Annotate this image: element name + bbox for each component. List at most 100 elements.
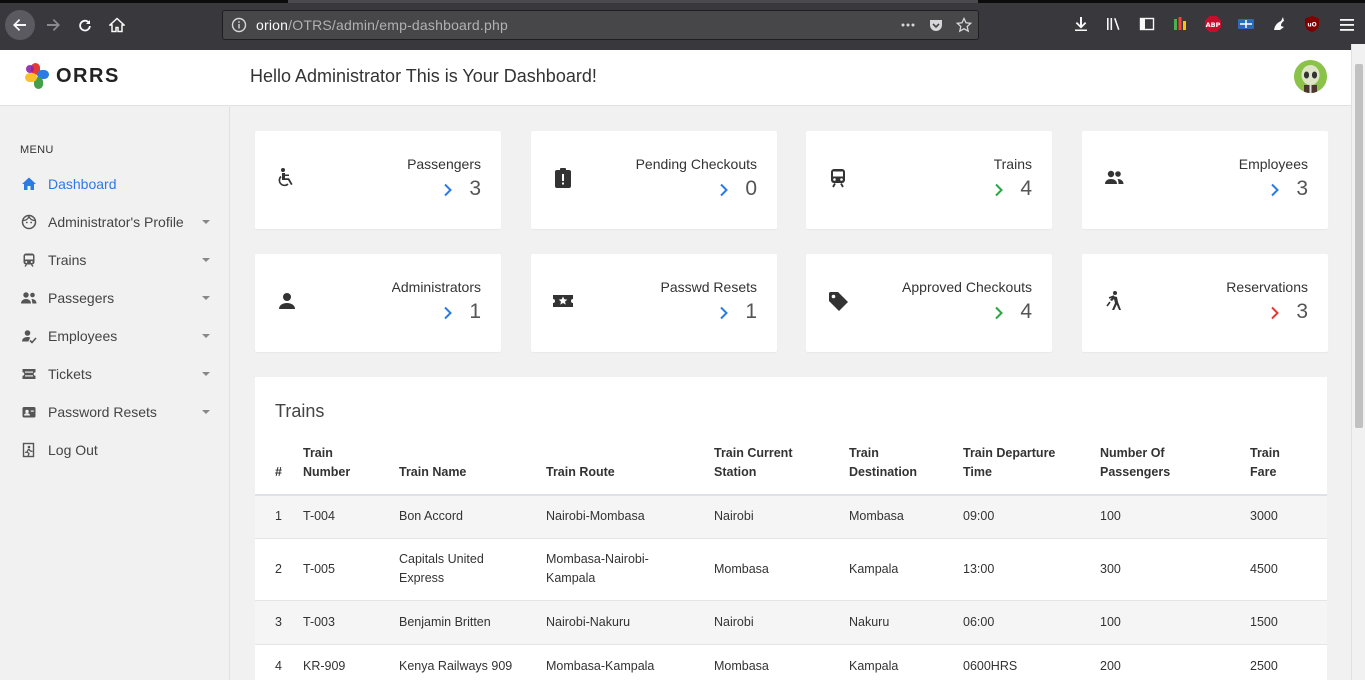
url-text[interactable]: orion/OTRS/admin/emp-dashboard.php	[256, 17, 508, 33]
column-header-text: Train Number	[303, 446, 351, 479]
sidebar-item-password-resets[interactable]: Password Resets	[20, 400, 215, 424]
extension-beast-icon[interactable]	[1268, 13, 1290, 35]
card-value: 1	[469, 300, 481, 323]
clipboard-alert-icon	[555, 168, 571, 188]
tag-icon	[829, 292, 848, 311]
app-header: ORRS Hello Administrator This is Your Da…	[0, 50, 1351, 106]
table-cell: 1	[255, 495, 303, 539]
page-scrollbar[interactable]	[1351, 44, 1365, 680]
table-cell: 4	[255, 644, 303, 680]
table-cell: Benjamin Britten	[399, 600, 546, 645]
chevron-right-icon[interactable]	[718, 183, 730, 197]
sidebar-item-employees[interactable]: Employees	[20, 324, 215, 348]
sidebar-item-log-out[interactable]: Log Out	[20, 438, 215, 462]
card-title: Passengers	[407, 156, 481, 172]
table-cell-text: Mombasa-Nairobi-Kampala	[546, 552, 649, 585]
table-row[interactable]: 4 KR-909 Kenya Railways 909 Mombasa-Kamp…	[255, 644, 1327, 680]
library-icon[interactable]	[1103, 13, 1125, 35]
sidebar-item-passengers[interactable]: Passegers	[20, 286, 215, 310]
bookmark-star-icon[interactable]	[956, 17, 972, 33]
chevron-right-icon[interactable]	[1269, 183, 1281, 197]
table-cell: Nairobi	[714, 600, 849, 645]
adblock-plus-icon[interactable]: ABP	[1202, 13, 1224, 35]
chevron-right-icon[interactable]	[442, 306, 454, 320]
sidebar-item-administrators-profile[interactable]: Administrator's Profile	[20, 210, 215, 234]
card-title: Trains	[993, 156, 1032, 172]
ticket-icon	[20, 365, 38, 383]
downloads-icon[interactable]	[1070, 13, 1092, 35]
card-passengers[interactable]: Passengers 3	[255, 131, 501, 229]
table-cell: Nairobi-Nakuru	[546, 600, 714, 645]
scrollbar-thumb[interactable]	[1355, 64, 1363, 428]
home-button[interactable]	[102, 10, 132, 40]
equalizer-icon[interactable]	[1169, 13, 1191, 35]
orrs-logo[interactable]: ORRS	[23, 62, 120, 90]
address-bar[interactable]: orion/OTRS/admin/emp-dashboard.php	[222, 10, 979, 40]
menu-label: MENU	[20, 144, 54, 156]
card-value: 4	[1020, 177, 1032, 200]
column-header: Train Destination	[849, 443, 963, 496]
container-icon[interactable]	[1235, 13, 1257, 35]
column-header-text: Train Fare	[1250, 446, 1280, 479]
table-cell: Mombasa	[849, 495, 963, 539]
table-row[interactable]: 3 T-003 Benjamin Britten Nairobi-Nakuru …	[255, 600, 1327, 645]
table-cell: KR-909	[303, 644, 399, 680]
card-title: Employees	[1238, 156, 1308, 172]
card-reservations[interactable]: Reservations 3	[1082, 254, 1328, 352]
table-row[interactable]: 1 T-004 Bon Accord Nairobi-Mombasa Nairo…	[255, 495, 1327, 539]
walking-icon	[1106, 291, 1121, 310]
chevron-right-icon[interactable]	[993, 306, 1005, 320]
table-cell: 13:00	[963, 538, 1100, 601]
logo-text: ORRS	[56, 64, 120, 87]
ublock-origin-icon[interactable]: uO	[1301, 13, 1323, 35]
table-cell: Mombasa-Kampala	[546, 644, 714, 680]
person-icon	[279, 293, 295, 309]
info-icon[interactable]	[231, 17, 247, 33]
sidebar-item-dashboard[interactable]: Dashboard	[20, 172, 215, 196]
table-row[interactable]: 2 T-005 Capitals United Express Mombasa-…	[255, 538, 1327, 601]
sidebar-item-label: Employees	[48, 328, 118, 344]
forward-button[interactable]	[38, 10, 68, 40]
back-button[interactable]	[5, 10, 35, 40]
star-ticket-icon	[553, 295, 573, 307]
reload-button[interactable]	[70, 10, 100, 40]
card-trains[interactable]: Trains 4	[806, 131, 1052, 229]
chevron-right-icon[interactable]	[993, 183, 1005, 197]
table-cell: 0600HRS	[963, 644, 1100, 680]
trains-table: # Train Number Train Name Train Route Tr…	[255, 443, 1327, 680]
table-cell: 200	[1100, 644, 1250, 680]
chevron-right-icon[interactable]	[1269, 306, 1281, 320]
table-cell: Nairobi-Mombasa	[546, 495, 714, 539]
sidebar-item-label: Administrator's Profile	[48, 214, 184, 230]
pocket-icon[interactable]	[928, 17, 944, 33]
card-employees[interactable]: Employees 3	[1082, 131, 1328, 229]
chevron-right-icon[interactable]	[718, 306, 730, 320]
toolbar-icons: ABP uO	[1070, 13, 1323, 35]
table-header-row: # Train Number Train Name Train Route Tr…	[255, 443, 1327, 496]
chevron-right-icon[interactable]	[442, 183, 454, 197]
home-icon	[20, 175, 38, 193]
table-cell: T-003	[303, 600, 399, 645]
sidebar-item-label: Password Resets	[48, 404, 157, 420]
column-header-text: Train Departure Time	[963, 446, 1056, 479]
card-administrators[interactable]: Administrators 1	[255, 254, 501, 352]
table-cell: 2500	[1250, 644, 1327, 680]
card-title: Approved Checkouts	[902, 279, 1032, 295]
card-passwd-resets[interactable]: Passwd Resets 1	[531, 254, 777, 352]
active-tab[interactable]	[288, 0, 978, 3]
sidebar-item-trains[interactable]: Trains	[20, 248, 215, 272]
hamburger-menu-icon[interactable]	[1336, 14, 1358, 36]
table-cell: 100	[1100, 600, 1250, 645]
user-avatar[interactable]	[1294, 60, 1327, 93]
column-header: #	[255, 443, 303, 496]
people-icon	[1105, 170, 1124, 184]
more-actions-icon[interactable]	[900, 17, 916, 33]
table-cell: 100	[1100, 495, 1250, 539]
card-approved-checkouts[interactable]: Approved Checkouts 4	[806, 254, 1052, 352]
card-value: 4	[1020, 300, 1032, 323]
card-pending-checkouts[interactable]: Pending Checkouts 0	[531, 131, 777, 229]
sidebar-item-tickets[interactable]: Tickets	[20, 362, 215, 386]
card-title: Administrators	[391, 279, 481, 295]
sidebar-toggle-icon[interactable]	[1136, 13, 1158, 35]
table-cell: Kampala	[849, 538, 963, 601]
